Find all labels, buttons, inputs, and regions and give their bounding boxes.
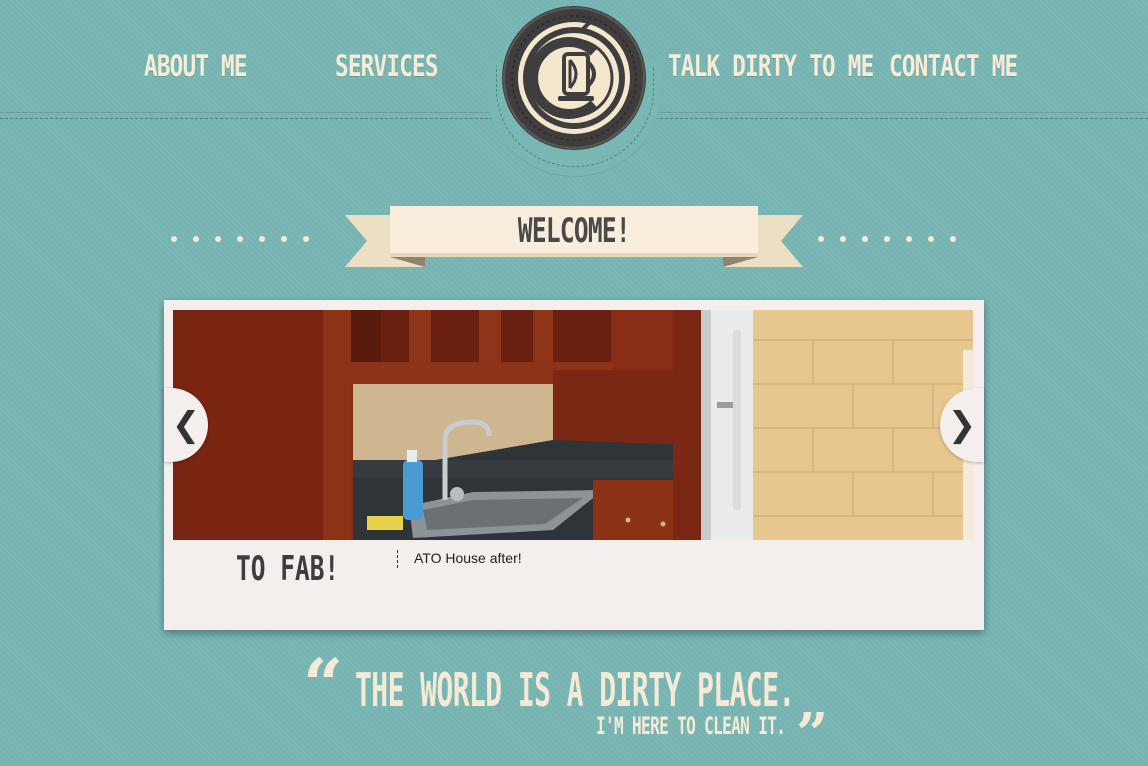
quote-line-main: THE WORLD IS A DIRTY PLACE. <box>355 663 795 717</box>
nav-services[interactable]: SERVICES <box>335 46 438 86</box>
nav-about-me[interactable]: ABOUT ME <box>144 46 247 86</box>
caption-divider <box>397 550 398 568</box>
welcome-heading: WELCOME! <box>517 211 631 251</box>
ribbon-dots-right <box>818 236 956 248</box>
quote-close-mark: ” <box>796 701 829 766</box>
quote-open-mark: “ <box>303 643 344 726</box>
chevron-left-icon: ❮ <box>171 405 201 445</box>
coffee-cup-cd-monogram-icon[interactable] <box>500 4 648 152</box>
slide-caption: ATO House after! <box>414 550 522 566</box>
nav-contact-me[interactable]: CONTACT ME <box>889 46 1018 86</box>
slide-heading: TO FAB! <box>236 549 340 589</box>
slide-photo-kitchen <box>173 310 973 540</box>
ribbon-dots-left <box>171 236 309 248</box>
nav-talk-dirty-to-me[interactable]: TALK DIRTY TO ME <box>668 46 874 86</box>
page: ABOUT ME SERVICES TALK DIRTY TO ME CONTA… <box>0 0 1148 766</box>
quote-line-sub: I'M HERE TO CLEAN IT. <box>596 712 786 740</box>
chevron-right-icon: ❯ <box>947 405 977 445</box>
